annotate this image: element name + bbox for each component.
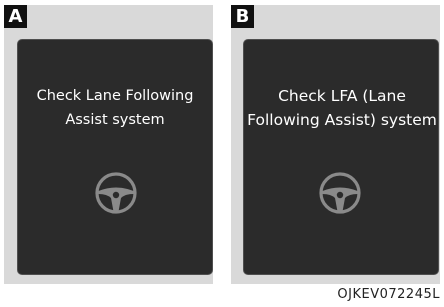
warning-message-b-line2: Following Assist) system (247, 111, 437, 129)
panel-a-label: A (4, 5, 27, 28)
figure-code: OJKEV072245L (337, 287, 440, 302)
cluster-display-a: Check Lane Following Assist system (17, 39, 213, 275)
steering-wheel-icon (95, 172, 137, 214)
panel-b-label: B (231, 5, 254, 28)
warning-message-b: Check LFA (Lane Following Assist) system (242, 84, 442, 132)
steering-wheel-icon (319, 172, 361, 214)
warning-message-a-line1: Check Lane Following (36, 88, 194, 104)
panel-b: B Check LFA (Lane Following Assist) syst… (231, 5, 440, 284)
panel-a: A Check Lane Following Assist system (4, 5, 213, 284)
warning-message-b-line1: Check LFA (Lane (278, 87, 406, 105)
cluster-display-b: Check LFA (Lane Following Assist) system (243, 39, 439, 275)
warning-message-a-line2: Assist system (65, 112, 165, 128)
warning-message-a: Check Lane Following Assist system (18, 84, 212, 132)
